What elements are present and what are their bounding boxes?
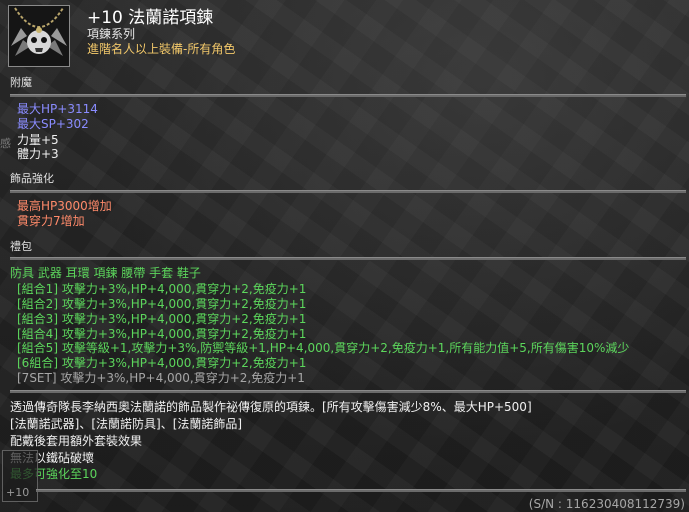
accessory-line-hp: 最高HP3000增加 [17,199,112,213]
set-combo-1: [組合1] 攻擊力+3%,HP+4,000,貫穿力+2,免疫力+1 [17,282,307,296]
set-combo-6: [6組合] 攻擊力+3%,HP+4,000,貫穿力+2,免疫力+1 [17,356,307,370]
necklace-skull-icon [9,6,69,66]
enchant-line-hp: 最大HP+3114 [17,102,98,116]
enchant-line-sp: 最大SP+302 [17,117,89,131]
item-restriction: 進階名人以上裝備-所有角色 [87,42,236,56]
enhance-badge: +10 [6,486,30,499]
set-combo-2: [組合2] 攻擊力+3%,HP+4,000,貫穿力+2,免疫力+1 [17,297,307,311]
stat-line-vitality: 體力+3 [17,147,59,161]
description-line-2: [法蘭諾武器]、[法蘭諾防具]、[法蘭諾飾品] [10,417,243,431]
package-divider [10,257,686,260]
side-glyph: 感 [0,137,11,150]
description-line-1: 透過傳奇隊長李納西奧法蘭諾的飾品製作祕傳復原的項鍊。[所有攻擊傷害減少8%、最大… [10,400,532,414]
set-combo-4: [組合4] 攻擊力+3%,HP+4,000,貫穿力+2,免疫力+1 [17,327,307,341]
accessory-section-label: 飾品強化 [10,172,54,185]
enchant-section-label: 附魔 [10,76,32,89]
package-section-label: 禮包 [10,240,32,253]
description-divider [10,390,686,393]
set-combo-3: [組合3] 攻擊力+3%,HP+4,000,貫穿力+2,免疫力+1 [17,312,307,326]
set-combo-5: [組合5] 攻擊等級+1,攻擊力+3%,防禦等級+1,HP+4,000,貫穿力+… [17,341,630,355]
stat-line-strength: 力量+5 [17,133,59,147]
item-name: +10 法蘭諾項鍊 [87,8,214,28]
accessory-line-pierce: 貫穿力7增加 [17,214,85,228]
item-icon-frame [8,5,70,67]
accessory-divider [10,190,686,193]
serial-number: (S/N : 116230408112739) [528,497,685,511]
enchant-divider [10,94,686,97]
footer-divider [36,489,686,492]
set-parts: 防具 武器 耳環 項鍊 腰帶 手套 鞋子 [10,266,201,280]
description-line-3: 配戴後套用額外套裝效果 [10,434,143,448]
item-series: 項鍊系列 [87,27,136,41]
set-combo-7: [7SET] 攻擊力+3%,HP+4,000,貫穿力+2,免疫力+1 [17,371,305,385]
